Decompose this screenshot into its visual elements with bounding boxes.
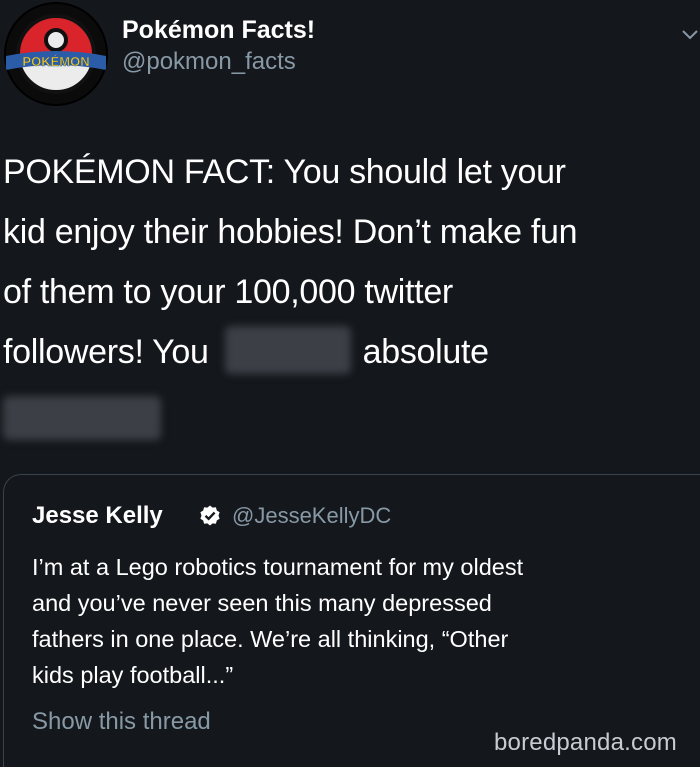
pokeball-logo-icon: POKÉMON <box>6 4 106 104</box>
tweet-body-line <box>3 382 683 442</box>
redaction-blur <box>224 326 351 375</box>
chevron-down-icon[interactable] <box>680 24 700 44</box>
quoted-user-handle[interactable]: @JesseKellyDC <box>232 503 391 529</box>
tweet-body-fragment: followers! You <box>3 333 209 371</box>
redaction-blur <box>3 396 161 441</box>
avatar[interactable]: POKÉMON <box>4 2 108 106</box>
show-thread-link[interactable]: Show this thread <box>32 708 211 736</box>
tweet-body-line: followers! You absolute <box>3 322 683 382</box>
verified-badge-icon <box>200 505 220 526</box>
quoted-tweet-body: I’m at a Lego robotics tournament for my… <box>32 549 692 693</box>
quoted-tweet-line: kids play football...” <box>32 662 234 688</box>
user-handle[interactable]: @pokmon_facts <box>122 48 296 76</box>
avatar-logo-text: POKÉMON <box>22 54 89 69</box>
quoted-tweet-line: and you’ve never seen this many depresse… <box>32 590 492 616</box>
quoted-tweet-line: fathers in one place. We’re all thinking… <box>32 626 509 652</box>
tweet-body-line: kid enjoy their hobbies! Don’t make fun <box>3 213 578 251</box>
tweet-body: POKÉMON FACT: You should let your kid en… <box>3 142 683 442</box>
display-name[interactable]: Pokémon Facts! <box>122 16 315 45</box>
quoted-tweet-line: I’m at a Lego robotics tournament for my… <box>32 554 524 580</box>
tweet-body-line: POKÉMON FACT: You should let your <box>3 153 566 191</box>
watermark: boredpanda.com <box>494 729 677 756</box>
quoted-tweet[interactable]: Jesse Kelly @JesseKellyDC I’m at a Lego … <box>3 474 700 767</box>
quoted-display-name[interactable]: Jesse Kelly <box>32 502 163 530</box>
tweet-card: POKÉMON Pokémon Facts! @pokmon_facts POK… <box>0 0 700 767</box>
tweet-body-line: of them to your 100,000 twitter <box>3 273 453 311</box>
tweet-body-fragment: absolute <box>362 333 489 371</box>
